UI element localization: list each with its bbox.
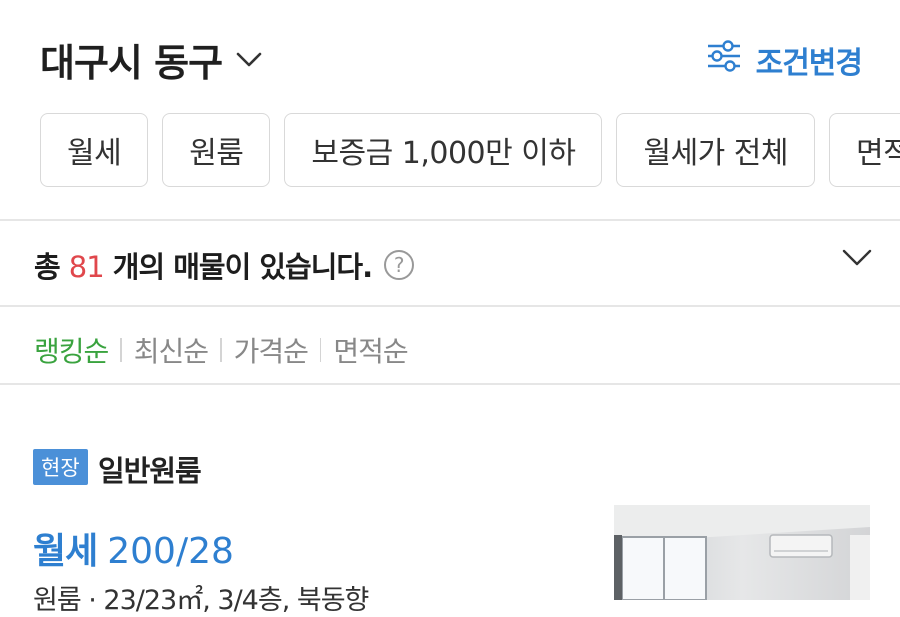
- chip-room-type[interactable]: 원룸: [162, 113, 271, 187]
- sort-separator: [319, 338, 322, 362]
- listing-type[interactable]: 일반원룸: [98, 448, 202, 490]
- top-header: 대구시 동구 조건변경: [0, 0, 900, 110]
- expand-chevron-down-icon[interactable]: [842, 249, 872, 271]
- divider: [0, 383, 900, 385]
- listing-detail: 원룸 · 23/23㎡, 3/4층, 북동향: [33, 585, 369, 616]
- sort-latest[interactable]: 최신순: [134, 330, 209, 370]
- sort-separator: [120, 338, 122, 362]
- sort-options: 랭킹순 최신순 가격순 면적순: [34, 330, 409, 370]
- chip-monthly-rent[interactable]: 월세가 전체: [616, 113, 816, 187]
- chip-deposit[interactable]: 보증금 1,000만 이하: [284, 113, 603, 187]
- results-suffix: 개의 매물이 있습니다.: [103, 250, 373, 284]
- divider: [0, 305, 900, 307]
- region-selector[interactable]: 대구시 동구: [40, 32, 262, 87]
- results-prefix: 총: [34, 250, 69, 284]
- filter-chips: 월세 원룸 보증금 1,000만 이하 월세가 전체 면적: [40, 113, 900, 187]
- region-title: 대구시 동구: [40, 41, 223, 85]
- sort-separator: [220, 338, 222, 362]
- results-count: 81: [68, 250, 105, 284]
- verified-badge: 현장: [33, 449, 88, 485]
- chip-rent-type[interactable]: 월세: [40, 113, 149, 187]
- price-type: 월세: [33, 531, 98, 572]
- sort-area[interactable]: 면적순: [333, 330, 408, 370]
- results-count-text: 총 81 개의 매물이 있습니다.: [34, 244, 373, 286]
- results-summary: 총 81 개의 매물이 있습니다. ?: [34, 243, 872, 287]
- chevron-down-icon: [236, 52, 262, 68]
- listing-price[interactable]: 월세 200/28: [33, 522, 234, 574]
- question-circle-icon[interactable]: ?: [384, 250, 415, 280]
- chip-area[interactable]: 면적: [829, 113, 900, 187]
- sort-ranking[interactable]: 랭킹순: [34, 330, 109, 370]
- price-value: 200/28: [107, 531, 234, 572]
- sort-price[interactable]: 가격순: [234, 330, 309, 370]
- sliders-icon: [706, 39, 742, 81]
- divider: [0, 219, 900, 221]
- filter-change-label: 조건변경: [755, 46, 863, 81]
- filter-change-button[interactable]: 조건변경: [706, 38, 863, 82]
- listing-photo[interactable]: [614, 505, 870, 600]
